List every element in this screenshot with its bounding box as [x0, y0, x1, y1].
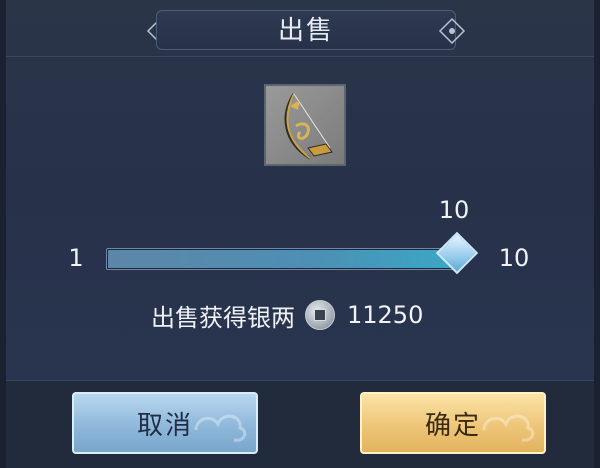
item-slot[interactable] — [264, 84, 346, 166]
quantity-min-label: 1 — [68, 244, 84, 272]
slider-fill — [108, 250, 458, 268]
title-divider — [6, 56, 594, 57]
quantity-max-label: 10 — [498, 244, 530, 272]
cancel-button[interactable]: 取消 — [72, 392, 258, 454]
quantity-selected-label: 10 — [438, 196, 470, 224]
ornament-right-icon — [438, 17, 466, 45]
proceeds-label: 出售获得银两 — [151, 303, 295, 332]
title-bar: 出售 — [156, 10, 456, 50]
cloud-pattern-icon — [194, 414, 247, 442]
quantity-slider[interactable] — [106, 248, 458, 270]
cancel-label: 取消 — [136, 410, 193, 441]
confirm-button[interactable]: 确定 — [360, 392, 546, 454]
sale-proceeds: 出售获得银两 11250 — [151, 298, 423, 332]
confirm-label: 确定 — [424, 410, 481, 441]
dialog-title: 出售 — [277, 16, 334, 46]
cloud-pattern-icon — [482, 414, 535, 442]
proceeds-amount: 11250 — [347, 301, 424, 329]
sell-dialog: 出售 10 1 10 出售获得银两 11250 取消 确定 — [0, 0, 600, 468]
bow-icon — [284, 93, 333, 160]
silver-coin-icon — [305, 300, 335, 330]
